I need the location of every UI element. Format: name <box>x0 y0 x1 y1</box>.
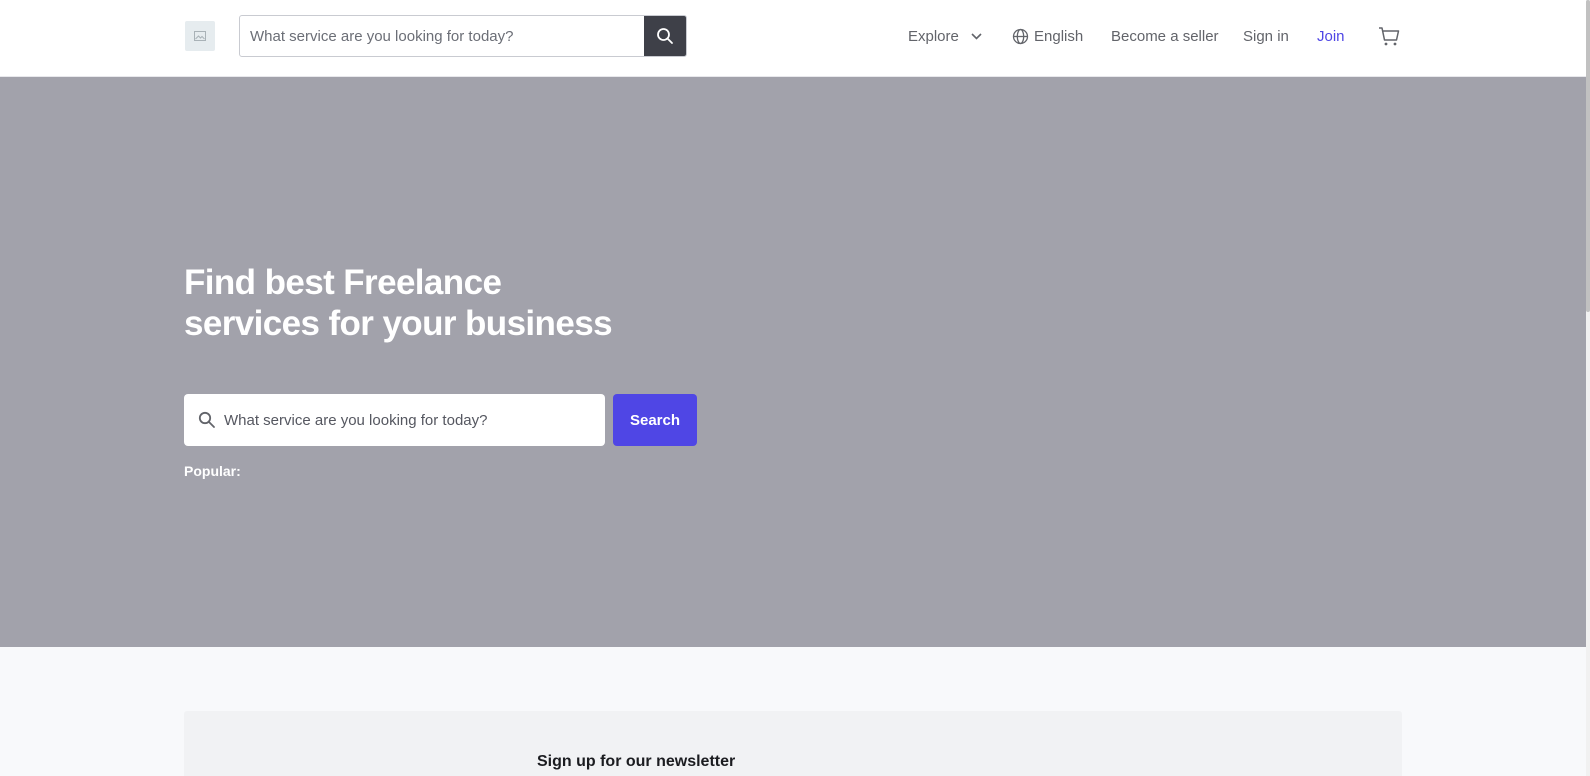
scrollbar-thumb[interactable] <box>1586 0 1590 312</box>
chevron-down-icon <box>971 32 982 40</box>
hero-title: Find best Freelance services for your bu… <box>184 262 704 344</box>
cart-icon <box>1379 26 1400 45</box>
hero-search-input[interactable] <box>224 394 605 446</box>
nav-language-label: English <box>1034 27 1084 45</box>
image-placeholder-icon <box>194 31 206 41</box>
nav-language[interactable]: English <box>1012 0 1083 72</box>
hero-title-line1: Find best Freelance <box>184 263 502 302</box>
hero-search-button[interactable]: Search <box>613 394 697 446</box>
header-search <box>239 15 687 57</box>
nav-become-seller[interactable]: Become a seller <box>1111 0 1219 72</box>
nav-join[interactable]: Join <box>1317 0 1345 72</box>
site-header: Explore English Become a seller Sign in … <box>0 0 1586 77</box>
nav-explore-label: Explore <box>908 27 959 45</box>
newsletter-title: Sign up for our newsletter <box>537 753 736 770</box>
logo[interactable] <box>185 21 215 51</box>
nav-explore[interactable]: Explore <box>908 0 982 72</box>
header-search-input[interactable] <box>240 16 644 56</box>
header-search-button[interactable] <box>644 16 686 56</box>
hero-search <box>184 394 605 446</box>
search-icon <box>198 411 216 429</box>
popular-label: Popular: <box>184 463 241 479</box>
nav-sign-in[interactable]: Sign in <box>1243 0 1289 72</box>
globe-icon <box>1012 28 1029 45</box>
search-icon <box>657 28 673 44</box>
cart-button[interactable] <box>1378 0 1400 72</box>
newsletter-section: Sign up for our newsletter <box>184 711 1402 776</box>
hero-title-line2: services for your business <box>184 304 613 343</box>
hero-section: Find best Freelance services for your bu… <box>0 77 1586 647</box>
page-scrollbar[interactable] <box>1586 0 1590 776</box>
